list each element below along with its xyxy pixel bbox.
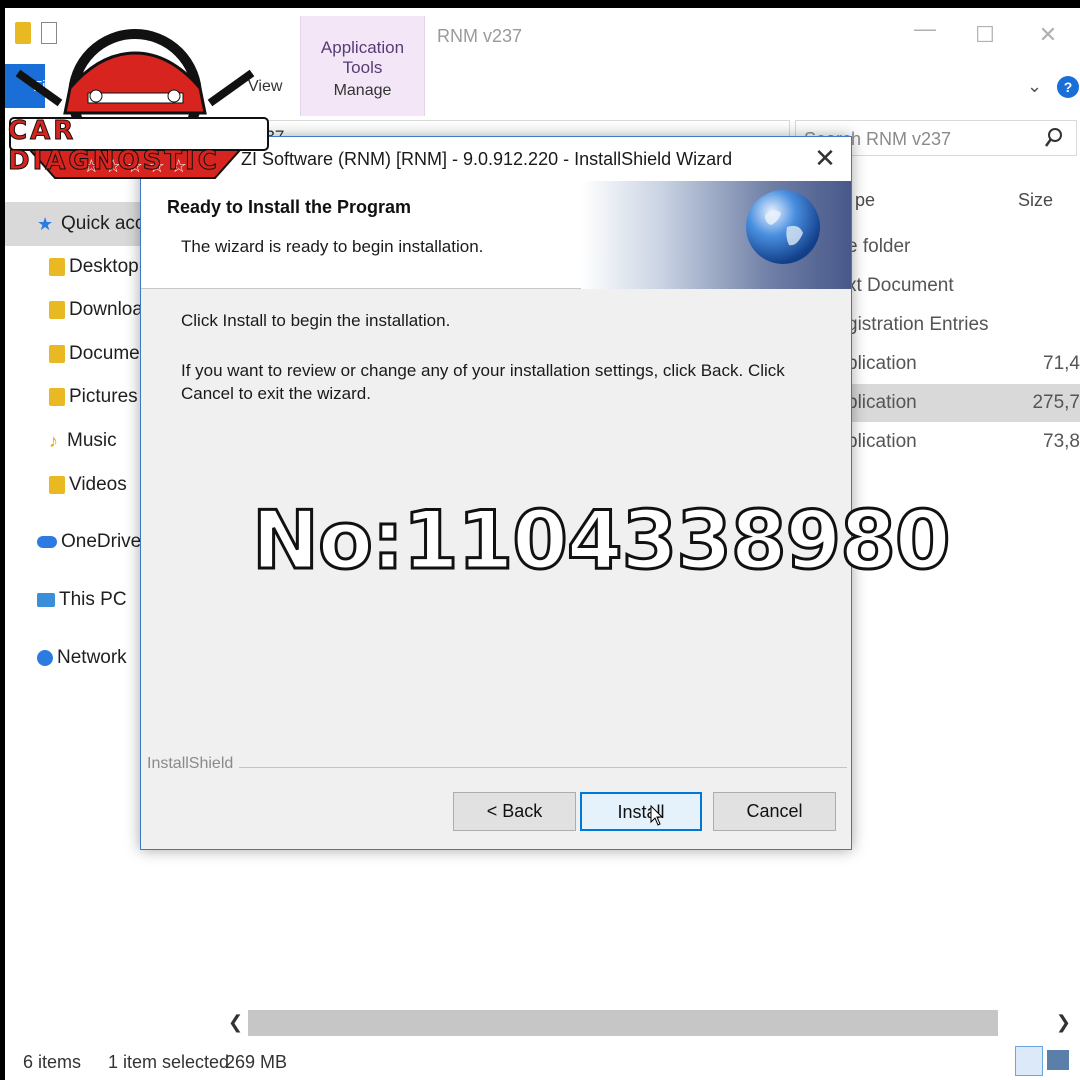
nav-item-desktop[interactable]: Desktop xyxy=(49,256,139,278)
cloud-icon xyxy=(37,536,57,548)
nav-item-network[interactable]: Network xyxy=(37,647,127,669)
music-icon: ♪ xyxy=(49,430,58,451)
search-icon xyxy=(1044,128,1062,147)
file-row-selected[interactable]: plication 275,7 xyxy=(835,384,1080,422)
installshield-wizard-dialog: ZI Software (RNM) [RNM] - 9.0.912.220 - … xyxy=(140,136,852,850)
nav-item-this-pc[interactable]: This PC xyxy=(37,589,127,611)
file-row[interactable]: e folder xyxy=(835,228,1080,266)
nav-item-label: Documen xyxy=(69,343,151,364)
help-icon[interactable]: ? xyxy=(1057,76,1079,98)
install-button[interactable]: Install xyxy=(580,792,702,831)
folder-icon xyxy=(49,258,65,276)
mouse-cursor-icon xyxy=(650,805,664,826)
maximize-button[interactable]: ☐ xyxy=(970,22,1000,48)
large-icons-view-icon[interactable] xyxy=(1047,1050,1069,1070)
divider xyxy=(233,767,847,768)
nav-item-onedrive[interactable]: OneDrive xyxy=(37,531,141,553)
network-icon xyxy=(37,650,53,666)
scroll-left-icon[interactable]: ❮ xyxy=(228,1012,243,1033)
file-type: plication xyxy=(847,431,917,452)
globe-icon xyxy=(746,190,820,264)
status-selection-size: 269 MB xyxy=(225,1052,288,1072)
instruction-text: Click Install to begin the installation. xyxy=(181,311,451,330)
wizard-heading: Ready to Install the Program xyxy=(167,197,412,217)
window-title: RNM v237 xyxy=(437,26,523,46)
nav-item-downloads[interactable]: Downloa xyxy=(49,299,143,321)
nav-item-quick-access[interactable]: ★ Quick acce xyxy=(5,202,155,246)
watermark-text: No:1104338980 xyxy=(251,493,953,589)
file-type: plication xyxy=(847,353,917,374)
file-size: 71,4 xyxy=(1043,353,1080,374)
nav-item-videos[interactable]: Videos xyxy=(49,474,127,496)
file-row[interactable]: gistration Entries xyxy=(835,306,1080,344)
review-settings-text: If you want to review or change any of y… xyxy=(181,361,785,403)
nav-item-music[interactable]: ♪ Music xyxy=(49,430,117,452)
file-type: xt Document xyxy=(847,275,954,296)
chevron-down-icon[interactable]: ⌄ xyxy=(1027,76,1042,97)
scrollbar-thumb[interactable] xyxy=(248,1010,998,1036)
back-button[interactable]: < Back xyxy=(453,792,576,831)
pictures-folder-icon xyxy=(49,388,65,406)
file-row[interactable]: plication 71,4 xyxy=(835,345,1080,383)
file-type: gistration Entries xyxy=(847,314,989,335)
car-diagnostic-logo: ☆ ☆ ☆ ☆ ☆ CAR DIAGNOSTIC xyxy=(0,18,280,198)
cancel-button[interactable]: Cancel xyxy=(713,792,836,831)
nav-item-label: This PC xyxy=(59,589,127,610)
column-header-size[interactable]: Size xyxy=(1018,190,1053,211)
close-window-button[interactable]: ✕ xyxy=(1033,22,1063,48)
installshield-brand: InstallShield xyxy=(147,755,240,773)
navigation-pane: ★ Quick acce Desktop Downloa Documen Pic… xyxy=(5,188,155,708)
file-type: e folder xyxy=(847,236,911,257)
file-size: 73,8 xyxy=(1043,431,1080,452)
file-row[interactable]: xt Document xyxy=(835,267,1080,305)
status-selection: 1 item selected xyxy=(108,1052,230,1072)
nav-item-pictures[interactable]: Pictures xyxy=(49,386,138,408)
wizard-subheading: The wizard is ready to begin installatio… xyxy=(181,237,484,256)
nav-item-label: Videos xyxy=(69,474,127,495)
computer-icon xyxy=(37,593,55,607)
dialog-close-button[interactable]: ✕ xyxy=(813,143,837,174)
horizontal-scrollbar[interactable]: ❮ ❯ xyxy=(220,1008,1075,1038)
header-banner xyxy=(581,181,851,289)
scroll-right-icon[interactable]: ❯ xyxy=(1056,1012,1071,1033)
logo-text: CAR DIAGNOSTIC xyxy=(8,116,220,177)
nav-item-documents[interactable]: Documen xyxy=(49,343,150,365)
column-header-type[interactable]: pe xyxy=(855,190,875,211)
details-view-icon[interactable] xyxy=(1015,1046,1043,1076)
nav-item-label: Pictures xyxy=(69,386,138,407)
minimize-button[interactable]: — xyxy=(910,16,940,42)
nav-item-label: Downloa xyxy=(69,299,143,320)
nav-item-label: Desktop xyxy=(69,256,139,277)
file-row[interactable]: plication 73,8 xyxy=(835,423,1080,461)
status-item-count: 6 items xyxy=(23,1052,82,1072)
videos-folder-icon xyxy=(49,476,65,494)
file-list: pe Size e folder xt Document gistration … xyxy=(835,178,1080,468)
documents-folder-icon xyxy=(49,345,65,363)
nav-item-label: OneDrive xyxy=(61,531,142,552)
star-icon: ★ xyxy=(37,213,54,234)
nav-item-label: Network xyxy=(57,647,127,668)
nav-item-label: Music xyxy=(67,430,117,451)
file-type: plication xyxy=(847,392,917,413)
file-size: 275,7 xyxy=(1032,392,1080,413)
status-bar: 6 items 1 item selected 269 MB xyxy=(5,1046,1080,1080)
download-folder-icon xyxy=(49,301,65,319)
dialog-title: ZI Software (RNM) [RNM] - 9.0.912.220 - … xyxy=(241,149,733,169)
